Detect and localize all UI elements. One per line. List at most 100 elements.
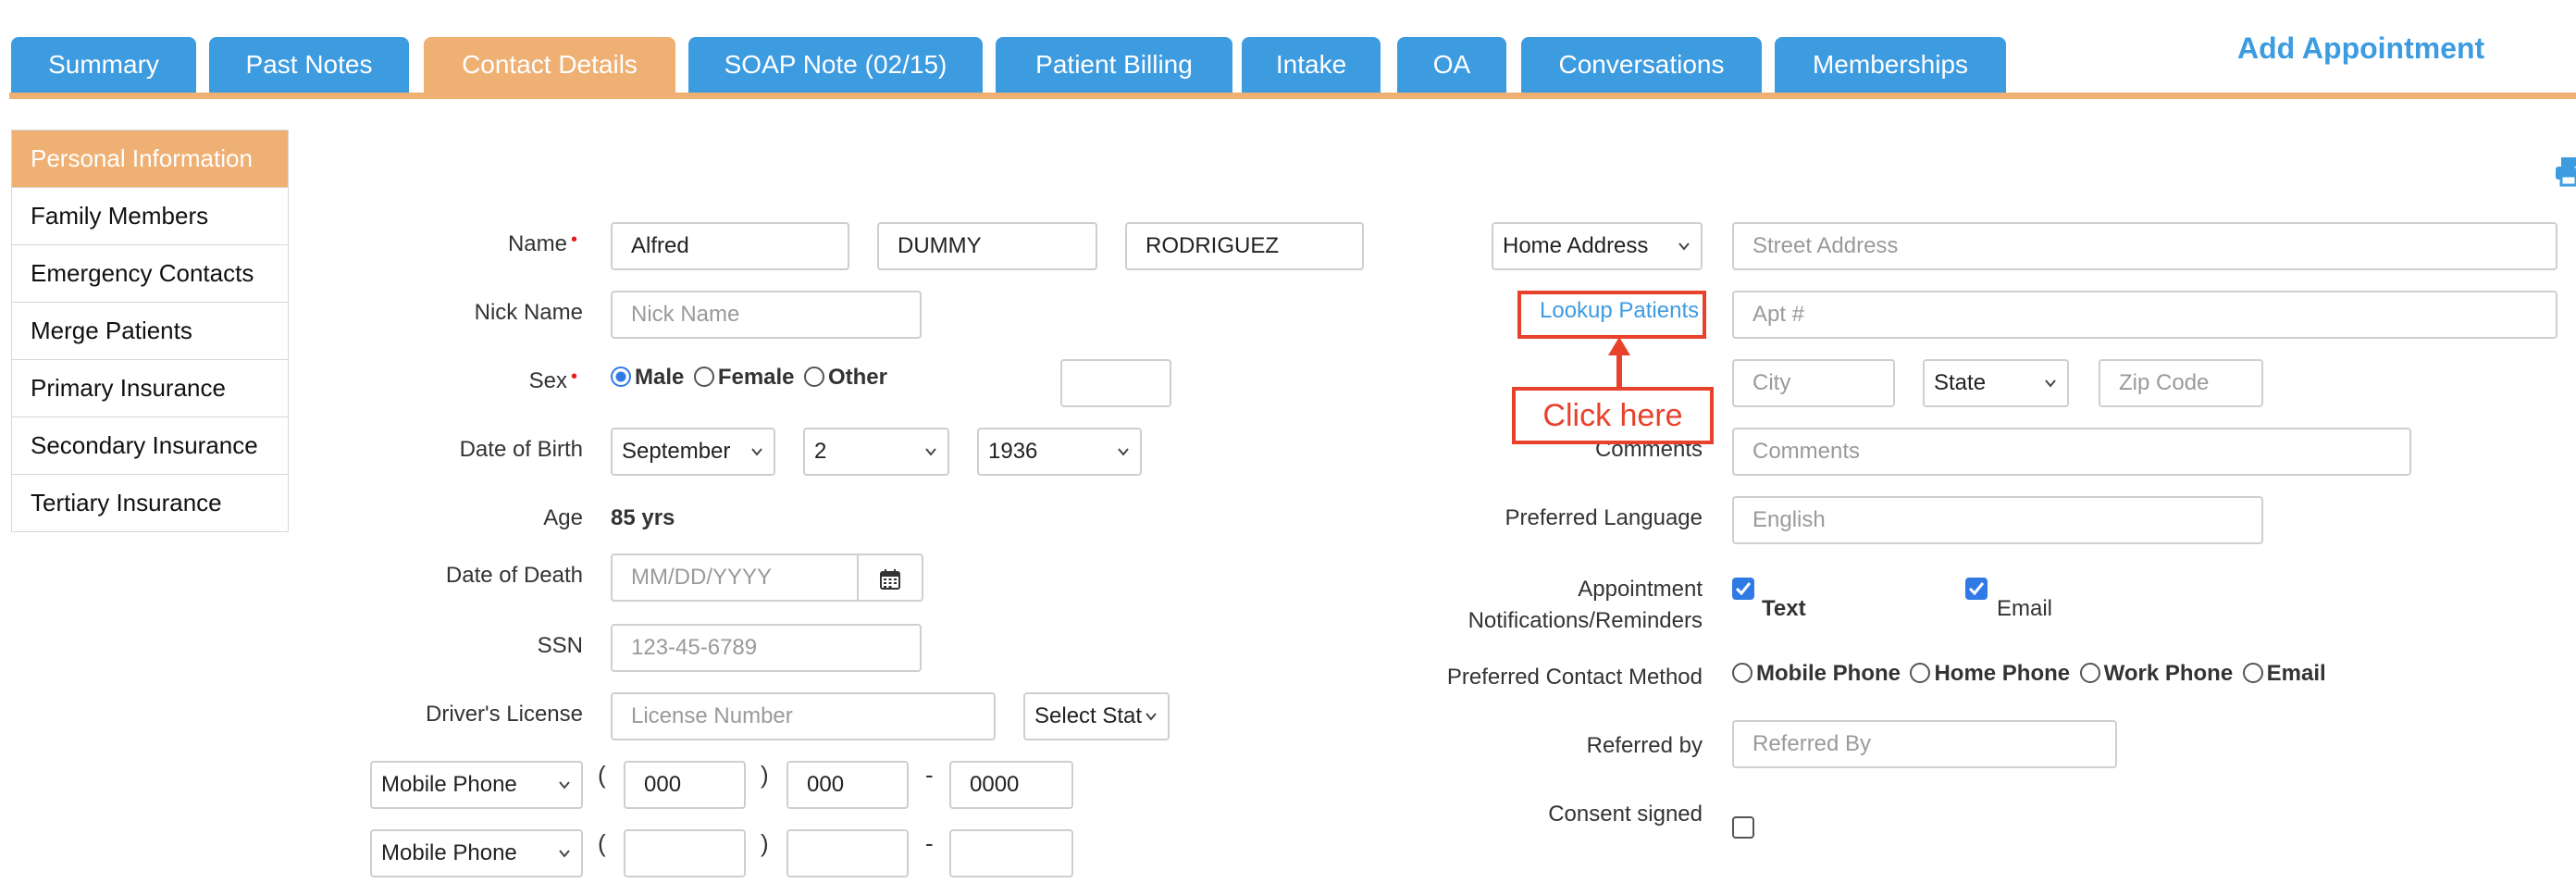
notify-email-checkbox[interactable] [1965, 578, 1988, 600]
preferred-language-input[interactable] [1732, 496, 2263, 544]
consent-label: Consent signed [1548, 802, 1703, 827]
ssn-input[interactable] [611, 624, 922, 672]
print-icon[interactable] [2556, 155, 2576, 187]
name-label: Name • [507, 230, 577, 256]
phone2-area-input[interactable] [624, 829, 746, 877]
dob-month-select[interactable]: September [611, 428, 775, 476]
consent-checkbox[interactable] [1732, 816, 1754, 839]
checkmark-icon [1735, 582, 1752, 596]
tab-soap-note[interactable]: SOAP Note (02/15) [688, 37, 983, 93]
tab-conversations[interactable]: Conversations [1521, 37, 1762, 93]
preferred-contact-label: Preferred Contact Method [1446, 665, 1703, 690]
tab-memberships[interactable]: Memberships [1775, 37, 2006, 93]
phone1-prefix-input[interactable] [786, 761, 909, 809]
sex-male-label: Male [635, 365, 685, 390]
notify-text-label: Text [1762, 596, 1806, 621]
notify-email-label: Email [1997, 596, 2053, 621]
comments-input[interactable] [1732, 428, 2411, 476]
chevron-down-icon [1146, 713, 1157, 721]
license-state-select[interactable]: Select Stat [1023, 692, 1170, 740]
ssn-label: SSN [537, 633, 583, 658]
sex-other-radio[interactable] [803, 367, 824, 387]
notifications-label: Appointment Notifications/Reminders [1468, 577, 1703, 633]
contact-home-radio[interactable] [1910, 663, 1931, 683]
nick-name-input[interactable] [611, 291, 922, 339]
sidebar-item-family-members[interactable]: Family Members [12, 188, 288, 245]
chevron-down-icon [1118, 448, 1129, 456]
tab-past-notes[interactable]: Past Notes [209, 37, 409, 93]
dob-day-select[interactable]: 2 [803, 428, 949, 476]
referred-by-input[interactable] [1732, 720, 2117, 768]
license-number-input[interactable] [611, 692, 996, 740]
sex-female-radio[interactable] [693, 367, 714, 387]
middle-name-input[interactable] [877, 222, 1097, 270]
apt-input[interactable] [1732, 291, 2557, 339]
tab-summary[interactable]: Summary [11, 37, 196, 93]
notify-text-checkbox[interactable] [1732, 578, 1754, 600]
age-value: 85 yrs [611, 505, 675, 530]
paren-close: ) [761, 761, 769, 789]
contact-method-radio-group: Mobile Phone Home Phone Work Phone Email [1732, 661, 2332, 687]
contact-email-label: Email [2266, 661, 2326, 686]
sidebar-item-tertiary-insurance[interactable]: Tertiary Insurance [12, 475, 288, 532]
sex-radio-group: Male Female Other [611, 365, 893, 391]
checkmark-icon [1968, 582, 1985, 596]
dob-label: Date of Birth [459, 437, 583, 462]
age-label: Age [543, 505, 583, 530]
dod-label: Date of Death [445, 563, 583, 588]
paren-open: ( [598, 829, 606, 857]
contact-email-radio[interactable] [2242, 663, 2263, 683]
sidebar-item-primary-insurance[interactable]: Primary Insurance [12, 360, 288, 417]
tab-contact-details[interactable]: Contact Details [424, 37, 675, 93]
tab-intake[interactable]: Intake [1242, 37, 1381, 93]
preferred-language-label: Preferred Language [1505, 505, 1703, 530]
add-appointment-link[interactable]: Add Appointment [2237, 31, 2484, 66]
chevron-down-icon [559, 781, 570, 790]
first-name-input[interactable] [611, 222, 849, 270]
contact-work-label: Work Phone [2103, 661, 2234, 686]
chevron-down-icon [925, 448, 936, 456]
city-input[interactable] [1732, 359, 1895, 407]
last-name-input[interactable] [1125, 222, 1364, 270]
contact-mobile-label: Mobile Phone [1756, 661, 1901, 686]
sex-other-label: Other [827, 365, 887, 390]
tab-underline [9, 93, 2576, 99]
sex-label: Sex • [528, 367, 577, 393]
sex-male-radio[interactable] [611, 367, 631, 387]
nick-name-label: Nick Name [474, 300, 583, 325]
calendar-icon [880, 569, 900, 590]
phone1-area-input[interactable] [624, 761, 746, 809]
phone2-line-input[interactable] [949, 829, 1073, 877]
sidebar-item-emergency-contacts[interactable]: Emergency Contacts [12, 245, 288, 303]
tab-patient-billing[interactable]: Patient Billing [996, 37, 1232, 93]
contact-mobile-radio[interactable] [1732, 663, 1752, 683]
dob-year-select[interactable]: 1936 [977, 428, 1142, 476]
referred-by-label: Referred by [1586, 733, 1703, 758]
contact-home-label: Home Phone [1934, 661, 2071, 686]
calendar-button[interactable] [857, 553, 923, 602]
address-type-select[interactable]: Home Address [1492, 222, 1703, 270]
paren-open: ( [598, 761, 606, 789]
phone2-type-select[interactable]: Mobile Phone [370, 829, 583, 877]
zip-code-input[interactable] [2099, 359, 2263, 407]
arrow-up-icon [1608, 337, 1630, 389]
chevron-down-icon [751, 448, 762, 456]
dash: - [925, 829, 934, 857]
tab-oa[interactable]: OA [1397, 37, 1506, 93]
sex-other-input[interactable] [1060, 359, 1171, 407]
sidebar-item-secondary-insurance[interactable]: Secondary Insurance [12, 417, 288, 475]
tab-bar: Summary Past Notes Contact Details SOAP … [0, 0, 2576, 100]
dod-input[interactable] [611, 553, 859, 602]
click-here-callout: Click here [1512, 387, 1714, 444]
contact-work-radio[interactable] [2079, 663, 2100, 683]
phone1-type-select[interactable]: Mobile Phone [370, 761, 583, 809]
chevron-down-icon [559, 850, 570, 858]
sidebar: Personal Information Family Members Emer… [11, 130, 289, 532]
street-address-input[interactable] [1732, 222, 2557, 270]
sidebar-item-personal-information[interactable]: Personal Information [12, 131, 288, 188]
phone2-prefix-input[interactable] [786, 829, 909, 877]
sidebar-item-merge-patients[interactable]: Merge Patients [12, 303, 288, 360]
chevron-down-icon [2045, 379, 2056, 388]
phone1-line-input[interactable] [949, 761, 1073, 809]
state-select[interactable]: State [1923, 359, 2069, 407]
